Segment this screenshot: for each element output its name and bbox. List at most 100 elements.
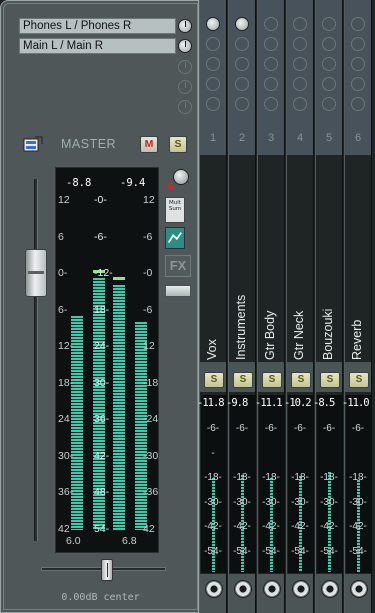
send-knob[interactable] bbox=[322, 97, 336, 111]
empty-knob[interactable] bbox=[178, 60, 192, 74]
track-meter-tick: -30- bbox=[320, 496, 338, 508]
meter-scale-right-tick: 42 bbox=[143, 522, 155, 535]
send-knob[interactable] bbox=[206, 77, 220, 91]
track-peak-readout[interactable]: -11.0 bbox=[342, 397, 370, 409]
send-knob[interactable] bbox=[293, 97, 307, 111]
track-io-icon[interactable] bbox=[350, 580, 368, 598]
send-knob[interactable] bbox=[206, 17, 220, 31]
send-knob[interactable] bbox=[351, 17, 365, 31]
track-solo-button[interactable]: S bbox=[349, 372, 369, 388]
track-peak-readout[interactable]: -11.1 bbox=[255, 397, 283, 409]
meter-scale-right-tick: -36 bbox=[143, 486, 159, 498]
hw-output-1-volume-knob[interactable] bbox=[178, 19, 192, 33]
pan-slider-handle[interactable] bbox=[101, 559, 113, 581]
track-name-area[interactable]: Vox bbox=[200, 160, 226, 360]
track-peak-readout[interactable]: -11.8 bbox=[199, 397, 225, 409]
track-io-icon[interactable] bbox=[234, 580, 252, 598]
send-knob[interactable] bbox=[235, 37, 249, 51]
send-knob[interactable] bbox=[206, 97, 220, 111]
send-knob[interactable] bbox=[322, 77, 336, 91]
track-solo-button[interactable]: S bbox=[204, 372, 224, 388]
track-strip[interactable]: 3 Gtr Body S -11.1 -6- -18- -30- -42- -54- bbox=[255, 0, 285, 613]
send-knob[interactable] bbox=[351, 97, 365, 111]
track-name-area[interactable]: Gtr Body bbox=[258, 160, 284, 360]
peak-right[interactable]: -9.4 bbox=[120, 177, 145, 189]
track-strip[interactable]: 2 Instruments S -9.8 -6- -18- -30- -42- -54- bbox=[226, 0, 256, 613]
track-name-area[interactable]: Gtr Neck bbox=[287, 160, 313, 360]
track-name: Instruments bbox=[234, 294, 248, 360]
send-knob[interactable] bbox=[264, 97, 278, 111]
send-knob[interactable] bbox=[322, 17, 336, 31]
track-io-icon[interactable] bbox=[263, 580, 281, 598]
send-knob[interactable] bbox=[293, 17, 307, 31]
send-knob[interactable] bbox=[351, 37, 365, 51]
track-meter-tick: -6- bbox=[351, 423, 365, 434]
track-meter-tick: -42- bbox=[262, 521, 280, 532]
hw-output-1[interactable]: Phones L / Phones R bbox=[19, 18, 176, 34]
track-solo-button[interactable]: S bbox=[262, 372, 282, 388]
send-knob[interactable] bbox=[293, 37, 307, 51]
track-name-area[interactable]: Instruments bbox=[229, 160, 255, 360]
track-peak-readout[interactable]: -9.8 bbox=[226, 397, 248, 409]
meter-scale-center-tick: 54- bbox=[94, 522, 110, 535]
meter-scale-center-tick: -6- bbox=[94, 230, 107, 243]
fx-button[interactable]: FX bbox=[165, 255, 191, 277]
mute-button[interactable]: M bbox=[140, 136, 158, 153]
meter-scale-left-tick: 6 bbox=[58, 230, 64, 243]
empty-knob[interactable] bbox=[178, 100, 192, 114]
send-knob[interactable] bbox=[264, 77, 278, 91]
volume-fader-track[interactable] bbox=[34, 179, 38, 541]
track-meter-tick: -6- bbox=[293, 423, 307, 434]
meter-scale-right-tick: -6 bbox=[143, 230, 153, 243]
send-knob[interactable] bbox=[235, 57, 249, 71]
send-knob[interactable] bbox=[206, 57, 220, 71]
empty-knob[interactable] bbox=[178, 80, 192, 94]
send-knob[interactable] bbox=[293, 77, 307, 91]
track-peak-readout[interactable]: -10.2 bbox=[284, 397, 312, 409]
send-knob[interactable] bbox=[206, 37, 220, 51]
track-strip[interactable]: 5 Bouzouki S -8.5 -6- -18- -30- -42- -54- bbox=[313, 0, 343, 613]
mono-stereo-button[interactable]: Mult Sum bbox=[165, 197, 185, 223]
track-io-icon[interactable] bbox=[321, 580, 339, 598]
track-solo-button[interactable]: S bbox=[233, 372, 253, 388]
track-solo-button[interactable]: S bbox=[320, 372, 340, 388]
track-strip[interactable]: 1 Vox S -11.8 -6- - -18- -30- -42- -54- bbox=[199, 0, 227, 613]
hw-output-2[interactable]: Main L / Main R bbox=[19, 38, 176, 54]
envelope-icon[interactable] bbox=[165, 227, 185, 249]
meter-right-bar bbox=[113, 285, 125, 530]
send-knob[interactable] bbox=[322, 57, 336, 71]
track-solo-button[interactable]: S bbox=[291, 372, 311, 388]
volume-fader-handle[interactable] bbox=[25, 249, 47, 297]
peak-left[interactable]: -8.8 bbox=[66, 177, 91, 189]
send-knob[interactable] bbox=[235, 77, 249, 91]
meter-scale-left-tick: 36- bbox=[58, 486, 74, 498]
send-knob[interactable] bbox=[264, 37, 278, 51]
send-knob[interactable] bbox=[235, 97, 249, 111]
hw-output-2-volume-knob[interactable] bbox=[178, 39, 192, 53]
track-meter-tick: -54- bbox=[291, 545, 309, 557]
meter-scale-left-tick: 24 bbox=[58, 413, 70, 425]
send-knob[interactable] bbox=[322, 37, 336, 51]
solo-button[interactable]: S bbox=[169, 136, 187, 153]
send-knob[interactable] bbox=[351, 57, 365, 71]
track-io-icon[interactable] bbox=[292, 580, 310, 598]
meter-scale-center-tick: 18- bbox=[94, 303, 110, 316]
volume-pan-readout: 0.00dB center bbox=[61, 592, 140, 603]
send-knob[interactable] bbox=[264, 57, 278, 71]
track-io-icon[interactable] bbox=[205, 580, 223, 598]
track-peak-readout[interactable]: -8.5 bbox=[313, 397, 335, 409]
width-knob[interactable] bbox=[173, 169, 189, 185]
track-number: 3 bbox=[267, 132, 275, 144]
track-strip[interactable]: 6 Reverb S -11.0 -6- -18- -30- -42- -54- bbox=[342, 0, 372, 613]
send-knob[interactable] bbox=[264, 17, 278, 31]
meter-scale-right-tick: -30 bbox=[143, 449, 159, 462]
fx-bypass-button[interactable] bbox=[165, 285, 191, 297]
track-name-area[interactable]: Reverb bbox=[345, 160, 371, 360]
meter-scale-center-tick: 42- bbox=[94, 449, 110, 462]
track-strip[interactable]: 4 Gtr Neck S -10.2 -6- -18- -30- -42- -54- bbox=[284, 0, 314, 613]
routing-io-icon[interactable] bbox=[23, 136, 43, 153]
send-knob[interactable] bbox=[351, 77, 365, 91]
track-name-area[interactable]: Bouzouki bbox=[316, 160, 342, 360]
send-knob[interactable] bbox=[235, 17, 249, 31]
send-knob[interactable] bbox=[293, 57, 307, 71]
